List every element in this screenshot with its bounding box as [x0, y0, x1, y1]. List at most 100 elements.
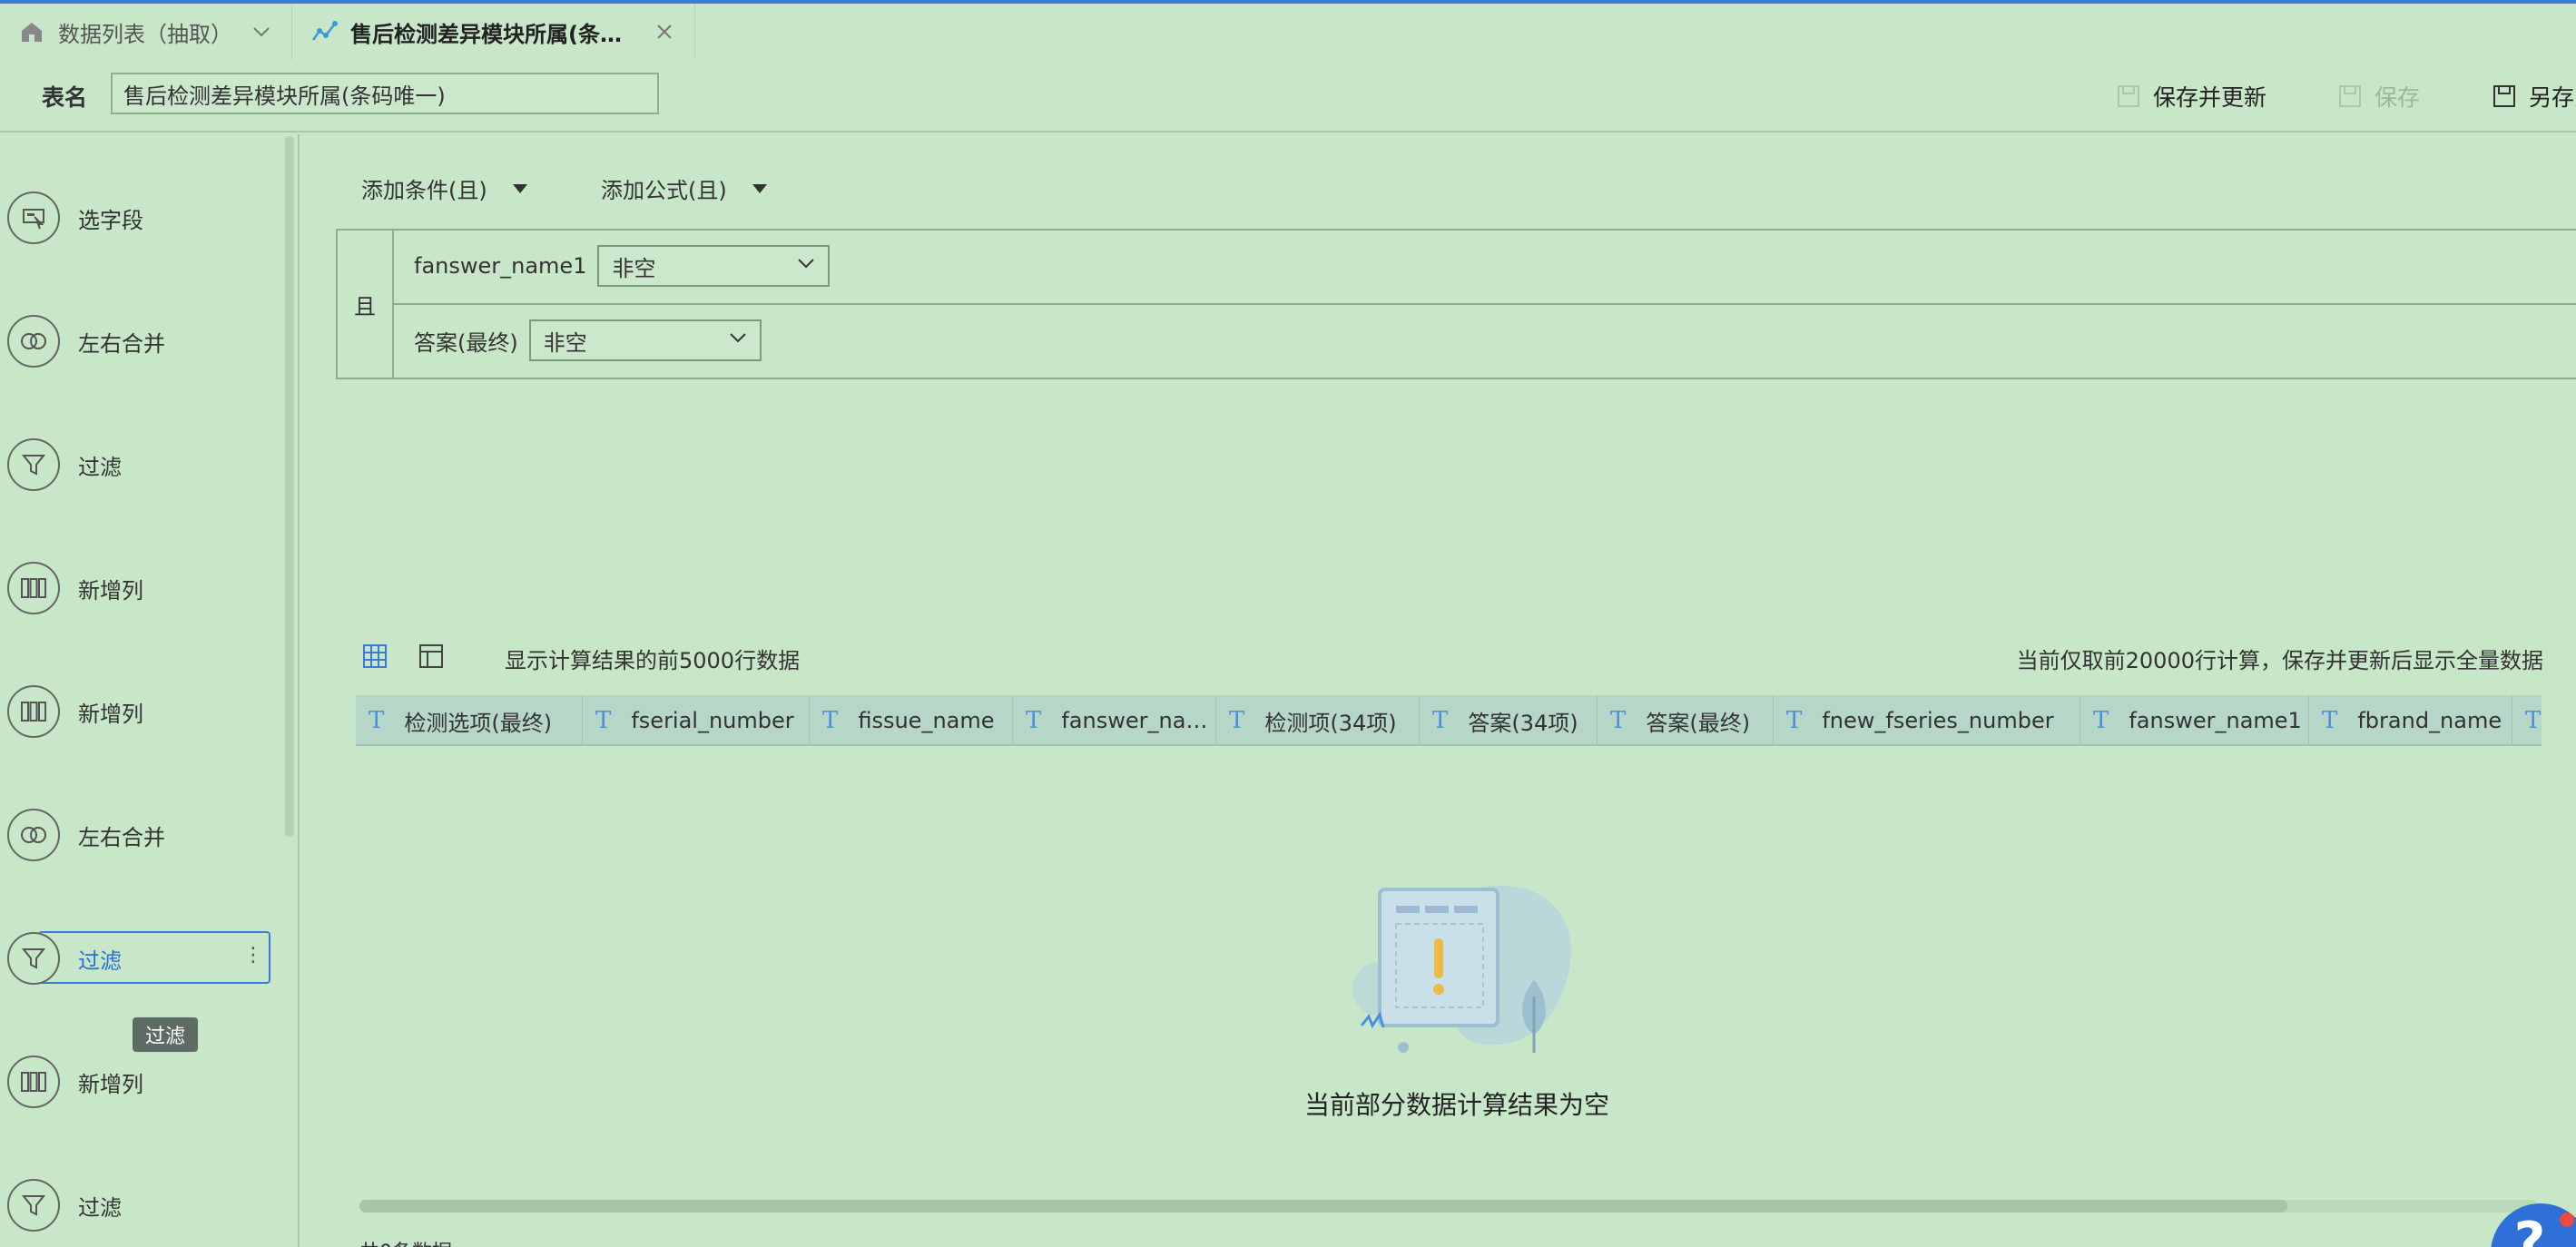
empty-state-text: 当前部分数据计算结果为空	[1303, 1090, 1609, 1120]
add-condition-label: 添加条件(且)	[361, 178, 487, 203]
chevron-down-icon[interactable]	[250, 20, 273, 44]
filter-icon	[7, 438, 60, 491]
save-label: 保存	[2374, 84, 2421, 111]
tab-data-list[interactable]: 数据列表（抽取）	[0, 4, 292, 60]
tab-bar: 数据列表（抽取） 售后检测差异模块所属(条码唯一)	[0, 4, 695, 60]
step-label: 左右合并	[78, 330, 165, 357]
help-label: ?	[2513, 1211, 2546, 1247]
step-label: 新增列	[78, 701, 143, 727]
table-name-label: 表名	[42, 84, 88, 111]
step-filter-1[interactable]: 过滤	[0, 437, 272, 492]
add-formula-button[interactable]: 添加公式(且)	[601, 172, 767, 204]
active-step-highlight	[38, 931, 270, 984]
preview-info-left: 显示计算结果的前5000行数据	[505, 648, 801, 673]
column-header[interactable]: Tfanswer_name1	[2080, 695, 2309, 744]
save-as-button[interactable]: 另存为	[2491, 80, 2576, 113]
step-merge-2[interactable]: 左右合并	[0, 808, 272, 862]
add-condition-button[interactable]: 添加条件(且)	[361, 172, 527, 204]
empty-state-illustration	[1343, 880, 1579, 1062]
condition-operator-value: 非空	[543, 329, 587, 356]
save-update-label: 保存并更新	[2153, 84, 2267, 111]
step-filter-active[interactable]: 过滤 ⋮	[0, 931, 272, 986]
column-header[interactable]: T 检测选项(最终)	[356, 695, 583, 744]
table-scrollbar-thumb[interactable]	[359, 1200, 2287, 1213]
step-label: 左右合并	[78, 824, 165, 850]
column-header[interactable]: Tfbrand_name	[2309, 695, 2512, 744]
select-field-icon	[7, 191, 60, 244]
filter-icon	[7, 1179, 60, 1232]
save-update-icon	[2115, 83, 2142, 110]
condition-operator-select[interactable]: 非空	[597, 245, 831, 287]
columns-icon	[7, 1056, 60, 1108]
column-header[interactable]: T 检测项(34项)	[1216, 695, 1420, 744]
view-toggle	[361, 643, 445, 673]
chevron-down-icon	[727, 327, 749, 354]
step-merge-1[interactable]: 左右合并	[0, 314, 272, 368]
text-type-icon: T	[2322, 707, 2338, 734]
text-type-icon: T	[2525, 707, 2542, 734]
condition-field: 答案(最终)	[414, 329, 518, 356]
step-tooltip: 过滤	[133, 1017, 198, 1052]
text-type-icon: T	[2093, 707, 2109, 734]
tab-current-table[interactable]: 售后检测差异模块所属(条码唯一)	[292, 4, 695, 60]
columns-icon	[7, 562, 60, 614]
condition-row-2: 答案(最终) 非空	[414, 319, 762, 361]
step-label: 新增列	[78, 577, 143, 604]
merge-icon	[7, 315, 60, 368]
step-filter-3[interactable]: 过滤	[0, 1178, 272, 1232]
grid-view-icon[interactable]	[361, 643, 388, 673]
notification-dot	[2560, 1213, 2574, 1227]
add-formula-label: 添加公式(且)	[601, 178, 727, 203]
save-icon	[2336, 83, 2364, 110]
preview-info-right: 当前仅取前20000行计算，保存并更新后显示全量数据	[2016, 648, 2543, 673]
text-type-icon: T	[1229, 707, 1245, 734]
text-type-icon: T	[1610, 707, 1627, 734]
condition-field: fanswer_name1	[414, 253, 587, 279]
merge-icon	[7, 809, 60, 861]
step-label: 过滤	[78, 1194, 122, 1221]
step-label: 新增列	[78, 1071, 143, 1097]
tab-label: 数据列表（抽取）	[58, 21, 232, 47]
layout-view-icon[interactable]	[418, 643, 445, 673]
save-and-update-button[interactable]: 保存并更新	[2115, 80, 2266, 113]
and-operator[interactable]: 且	[338, 231, 394, 378]
more-options-icon[interactable]: ⋮	[243, 944, 263, 967]
column-header[interactable]: Tfnew_fseries_number	[1774, 695, 2080, 744]
chevron-down-icon	[795, 252, 817, 280]
step-label: 过滤	[78, 948, 122, 974]
save-as-label: 另存为	[2529, 84, 2576, 111]
text-type-icon: T	[822, 707, 839, 734]
step-add-column-3[interactable]: 新增列	[0, 1055, 272, 1109]
text-type-icon: T	[369, 707, 385, 734]
step-add-column-2[interactable]: 新增列	[0, 684, 272, 739]
column-header[interactable]: T 答案(最终)	[1598, 695, 1774, 744]
column-header[interactable]: Tfissue_name	[810, 695, 1013, 744]
line-chart-icon	[310, 18, 338, 45]
tab-label: 售后检测差异模块所属(条码唯一)	[350, 21, 642, 47]
column-header[interactable]: Tfanswer_name	[1013, 695, 1216, 744]
condition-operator-select[interactable]: 非空	[528, 319, 762, 361]
row-count-text: 共0条数据	[359, 1236, 452, 1247]
filter-icon	[7, 932, 60, 985]
text-type-icon: T	[595, 707, 612, 734]
text-type-icon: T	[1026, 707, 1042, 734]
step-add-column-1[interactable]: 新增列	[0, 561, 272, 615]
column-header[interactable]: Tfserial_number	[583, 695, 810, 744]
sidebar-scrollbar-thumb[interactable]	[285, 136, 294, 837]
save-button[interactable]: 保存	[2336, 80, 2420, 113]
column-header[interactable]: T 答案(34项)	[1420, 695, 1598, 744]
close-icon[interactable]	[653, 20, 676, 44]
table-name-input[interactable]	[111, 73, 659, 114]
save-as-icon	[2491, 83, 2518, 110]
step-label: 过滤	[78, 454, 122, 480]
home-icon	[18, 18, 45, 45]
caret-down-icon	[512, 183, 527, 193]
condition-row-1: fanswer_name1 非空	[414, 245, 831, 287]
column-header[interactable]: T	[2512, 695, 2542, 744]
condition-divider	[394, 303, 2576, 305]
columns-icon	[7, 685, 60, 738]
step-select-fields[interactable]: 选字段	[0, 191, 272, 245]
text-type-icon: T	[1432, 707, 1449, 734]
preview-table-header: T 检测选项(最终) Tfserial_number Tfissue_name T…	[356, 695, 2542, 746]
step-label: 选字段	[78, 207, 143, 233]
